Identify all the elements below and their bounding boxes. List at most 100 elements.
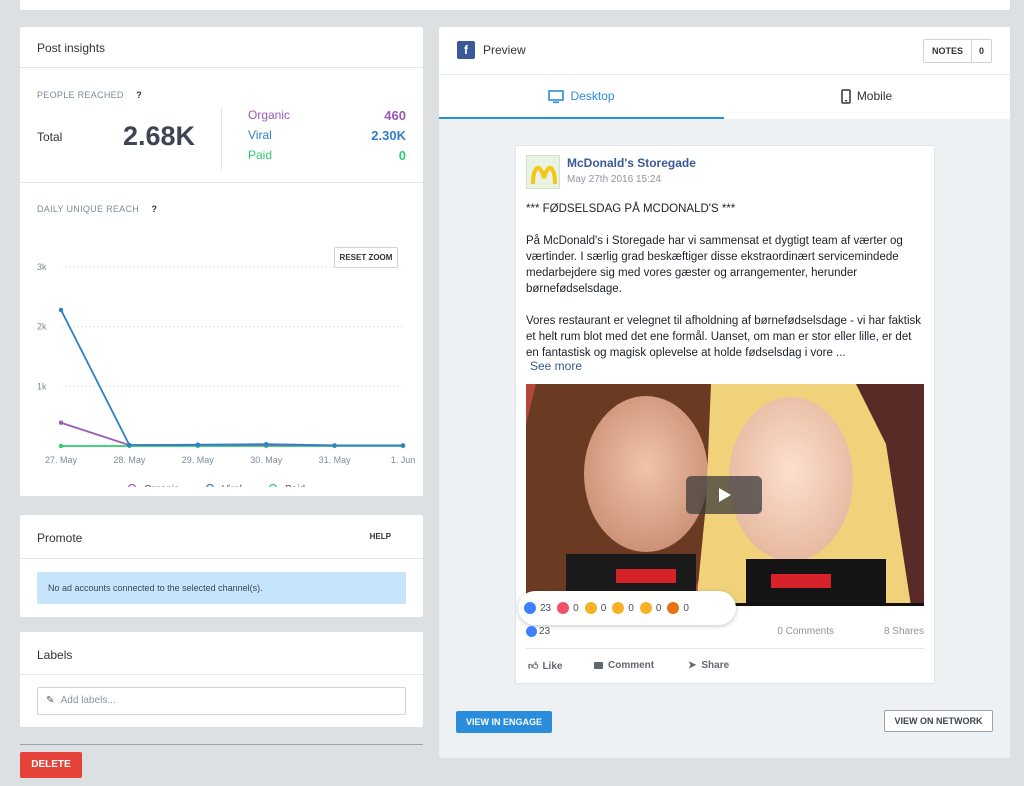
reaction-count: 0: [628, 602, 634, 614]
share-action[interactable]: ➤ Share: [688, 660, 729, 671]
divider: [221, 108, 222, 170]
post-date: May 27th 2016 15:24: [567, 174, 661, 185]
wow-icon: [612, 602, 625, 614]
legend-item-viral: Viral: [206, 483, 242, 487]
people-reached-label: PEOPLE REACHED: [37, 90, 124, 100]
reaction-wow: 0: [612, 602, 634, 614]
preview-header: f Preview NOTES 0: [439, 27, 1010, 75]
promote-help-link[interactable]: HELP: [370, 532, 391, 541]
haha-icon: [584, 602, 597, 614]
facebook-icon: f: [457, 41, 475, 59]
shares-count[interactable]: 8 Shares: [884, 626, 924, 637]
reactions-bar: 23 0 0 0 0 0: [518, 591, 736, 625]
breakdown-viral-label: Viral: [248, 128, 272, 142]
breakdown-paid-value: 0: [398, 148, 406, 163]
preview-title: Preview: [483, 43, 526, 57]
play-icon: [719, 488, 731, 502]
breakdown-viral-value: 2.30K: [371, 128, 406, 143]
reaction-count: 0: [600, 602, 607, 614]
legend-marker: [269, 483, 277, 487]
comment-action[interactable]: Comment: [594, 660, 654, 671]
labels-card: Labels ✎ Add labels...: [20, 632, 423, 727]
breakdown-organic: Organic 460: [248, 108, 406, 123]
total-label: Total: [37, 130, 63, 144]
see-more-link[interactable]: See more: [530, 359, 582, 373]
notes-button[interactable]: NOTES 0: [922, 39, 992, 63]
view-on-network-button[interactable]: VIEW ON NETWORK: [884, 710, 993, 732]
post-insights-card: Post insights PEOPLE REACHED ? Total 2.6…: [20, 27, 423, 496]
breakdown-viral: Viral 2.30K: [248, 128, 406, 143]
post-video[interactable]: [526, 384, 924, 606]
comment-action-label: Comment: [608, 660, 655, 671]
y-tick-label: 3k: [37, 262, 47, 272]
legend-label: Paid: [285, 484, 305, 487]
breakdown-organic-value: 460: [384, 108, 406, 123]
data-point-viral: [195, 442, 200, 448]
legend-marker: [128, 483, 136, 487]
tag-icon: ✎: [46, 695, 55, 706]
post-heading: *** FØDSELSDAG PÅ MCDONALD'S ***: [526, 203, 736, 215]
data-point-viral: [58, 307, 64, 313]
legend-label: Viral: [222, 484, 242, 487]
like-count: 23: [526, 626, 550, 637]
reaction-count: 0: [573, 602, 579, 614]
breakdown-paid-label: Paid: [248, 148, 273, 162]
reaction-haha: 0: [584, 602, 607, 614]
add-labels-input[interactable]: ✎ Add labels...: [37, 687, 406, 715]
like-icon: [526, 626, 537, 637]
people-reached-help[interactable]: ?: [136, 90, 142, 100]
delete-button[interactable]: DELETE: [20, 752, 82, 778]
data-point-viral: [127, 442, 132, 448]
love-icon: [557, 602, 570, 614]
desktop-icon: [548, 90, 565, 103]
x-tick-label: 29. May: [182, 455, 215, 465]
series-line-viral: [60, 309, 403, 447]
reset-zoom-button[interactable]: RESET ZOOM: [334, 247, 398, 268]
comment-icon: [594, 662, 603, 669]
sad-icon: [639, 602, 652, 614]
mobile-icon: [841, 89, 851, 105]
notes-count: 0: [978, 46, 984, 56]
data-point-viral: [332, 443, 337, 448]
view-in-engage-button[interactable]: VIEW IN ENGAGE: [456, 711, 552, 733]
y-tick-label: 2k: [37, 322, 47, 332]
notes-label: NOTES: [924, 40, 972, 62]
mcdonalds-logo-icon: [531, 166, 557, 185]
post-actions: 👍︎ Like Comment ➤ Share: [526, 648, 924, 684]
daily-reach-label: DAILY UNIQUE REACH: [37, 204, 140, 214]
x-tick-label: 31. May: [319, 455, 352, 465]
reaction-love: 0: [557, 602, 579, 614]
share-icon: ➤: [688, 660, 697, 671]
comments-count[interactable]: 0 Comments: [777, 626, 834, 637]
promote-card: Promote HELP No ad accounts connected to…: [20, 515, 423, 617]
post-paragraph-2: Vores restaurant er velegnet til afholdn…: [526, 315, 922, 359]
page-name[interactable]: McDonald's Storegade: [567, 156, 696, 170]
total-value: 2.68K: [123, 121, 196, 151]
like-action[interactable]: 👍︎ Like: [528, 660, 563, 673]
x-tick-label: 1. Jun: [391, 455, 416, 465]
tab-desktop-label: Desktop: [570, 89, 615, 103]
reaction-like: 23: [524, 602, 551, 614]
data-point-viral: [400, 443, 406, 448]
legend-marker: [206, 483, 214, 487]
legend-item-paid: Paid: [269, 483, 305, 487]
data-point-viral: [264, 442, 269, 447]
section-divider: [20, 182, 423, 183]
play-button[interactable]: [686, 476, 762, 514]
like-count-value: 23: [539, 626, 551, 637]
preview-card: f Preview NOTES 0 Desktop Mobile McDonal…: [439, 27, 1010, 758]
preview-tabs: Desktop Mobile: [439, 75, 1010, 119]
tab-mobile[interactable]: Mobile: [724, 75, 1009, 119]
data-point-paid: [58, 443, 64, 449]
promote-title: Promote: [20, 515, 423, 559]
angry-icon: [667, 602, 680, 614]
x-tick-label: 27. May: [45, 455, 78, 465]
add-labels-placeholder: Add labels...: [60, 695, 116, 706]
reaction-angry: 0: [667, 602, 689, 614]
tab-desktop[interactable]: Desktop: [439, 75, 724, 119]
daily-reach-help[interactable]: ?: [152, 204, 158, 214]
post-paragraph-1: På McDonald's i Storegade har vi sammens…: [526, 235, 903, 295]
top-bar: [20, 0, 1010, 10]
like-action-label: Like: [542, 660, 563, 672]
breakdown-paid: Paid 0: [248, 148, 406, 163]
